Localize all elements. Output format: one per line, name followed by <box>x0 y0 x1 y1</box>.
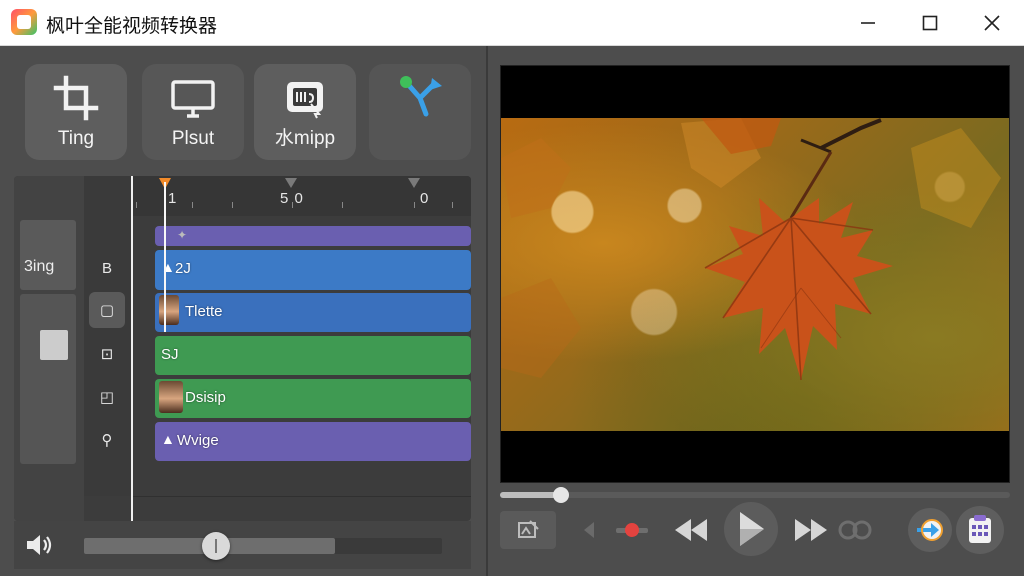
volume-bar <box>14 521 471 569</box>
ruler-tick <box>136 202 137 208</box>
clip-label: 2J <box>175 260 191 277</box>
ruler-label: 5 0 <box>280 190 304 207</box>
ruler-label: 0 <box>420 190 430 207</box>
video-preview[interactable] <box>500 65 1010 483</box>
merge-tool-button[interactable] <box>369 64 471 160</box>
clip-label: Dsisip <box>185 389 226 406</box>
ruler-tick <box>232 202 233 208</box>
ruler-label: 1 <box>168 190 178 207</box>
sparkle-icon: ✦ <box>177 228 188 242</box>
ruler-tick <box>192 202 193 208</box>
record-icon <box>616 523 648 537</box>
seek-slider-knob[interactable] <box>553 487 570 503</box>
watermark-icon <box>287 82 323 119</box>
mountain-icon: ▲ <box>161 431 175 447</box>
edit-frame-button[interactable] <box>500 511 556 549</box>
clipboard-settings-icon <box>969 515 991 543</box>
ruler-marker <box>285 178 297 188</box>
track-tool-layer[interactable]: ◰ <box>89 379 125 415</box>
seek-slider[interactable] <box>500 487 1010 503</box>
maximize-button[interactable] <box>899 0 961 46</box>
title-bar: 枫叶全能视频转换器 <box>0 0 1024 46</box>
track-tool-b[interactable]: B <box>89 250 125 286</box>
app-logo-icon <box>11 9 37 35</box>
clip-label: SJ <box>161 346 179 363</box>
ruler-tick <box>414 202 415 208</box>
watermark-tool-label: 水mipp <box>274 128 336 149</box>
track-tool-crop[interactable]: ⊡ <box>89 336 125 372</box>
ruler-marker <box>408 178 420 188</box>
record-button[interactable] <box>614 518 650 542</box>
fast-forward-icon <box>795 519 827 541</box>
track-tools-column: B ▢ ⊡ ◰ ⚲ <box>84 176 132 496</box>
media-thumbnail-secondary[interactable] <box>20 294 76 464</box>
timeline-start-line <box>131 176 133 521</box>
timeline[interactable]: 3ing B ▢ ⊡ ◰ ⚲ 1 5 0 0 ✦ ▲ 2J Tlette SJ … <box>14 176 471 521</box>
clip-label: Wvige <box>177 432 219 449</box>
display-tool-label: Plsut <box>171 128 215 149</box>
media-thumbnail[interactable]: 3ing <box>20 220 76 290</box>
snapshot-button[interactable] <box>908 508 952 552</box>
merge-icon <box>400 76 442 117</box>
crop-icon <box>53 75 99 121</box>
ruler-tick <box>452 202 453 208</box>
maximize-icon <box>922 15 938 31</box>
track-tool-search[interactable]: ⚲ <box>89 422 125 458</box>
close-icon <box>984 15 1000 31</box>
monitor-icon <box>171 80 215 118</box>
timeline-divider <box>132 496 471 497</box>
enter-icon <box>917 519 943 541</box>
speaker-icon[interactable] <box>24 531 54 559</box>
media-thumbnail-column: 3ing <box>14 176 84 521</box>
image-placeholder-icon <box>40 330 68 360</box>
timeline-clip[interactable]: SJ <box>155 336 471 375</box>
rewind-icon <box>675 519 707 541</box>
person-thumbnail <box>159 381 183 413</box>
person-thumbnail <box>159 295 179 325</box>
export-settings-button[interactable] <box>956 506 1004 554</box>
loop-button[interactable] <box>836 518 876 542</box>
volume-slider-knob[interactable] <box>202 532 231 560</box>
timeline-clip[interactable]: ▲ 2J <box>155 250 471 290</box>
clip-label: Tlette <box>185 303 223 320</box>
timeline-ruler[interactable]: 1 5 0 0 <box>132 176 471 216</box>
triangle-left-icon <box>584 522 594 538</box>
playhead-line[interactable] <box>164 182 166 332</box>
loop-icon <box>838 520 872 540</box>
edit-image-icon <box>518 520 539 538</box>
display-tool-button[interactable]: Plsut <box>142 64 244 160</box>
ruler-tick <box>342 202 343 208</box>
preview-frame-image <box>501 118 1009 431</box>
play-button[interactable] <box>724 502 778 556</box>
rewind-button[interactable] <box>672 516 712 544</box>
close-button[interactable] <box>961 0 1023 46</box>
crop-tool-label: Ting <box>57 128 95 149</box>
watermark-tool-button[interactable]: 水mipp <box>254 64 356 160</box>
volume-slider[interactable] <box>84 532 442 560</box>
minimize-button[interactable] <box>837 0 899 46</box>
preview-panel <box>488 46 1024 576</box>
play-icon <box>740 512 764 546</box>
window-title: 枫叶全能视频转换器 <box>46 15 218 37</box>
timeline-clip[interactable]: Tlette <box>155 293 471 332</box>
minimize-icon <box>861 22 875 24</box>
editor-panel: Ting Plsut 水mipp 3ing B ▢ ⊡ ◰ ⚲ 1 5 0 0 … <box>0 46 486 576</box>
media-thumbnail-label: 3ing <box>24 258 55 275</box>
fast-forward-button[interactable] <box>790 516 830 544</box>
previous-button[interactable] <box>580 520 598 540</box>
maple-leaf-image <box>501 118 1001 381</box>
timeline-clip[interactable]: ✦ <box>155 226 471 246</box>
timeline-clip[interactable]: ▲ Wvige <box>155 422 471 461</box>
crop-tool-button[interactable]: Ting <box>25 64 127 160</box>
seek-slider-fill <box>500 492 562 498</box>
track-tool-frame[interactable]: ▢ <box>89 292 125 328</box>
timeline-clip[interactable]: Dsisip <box>155 379 471 418</box>
player-controls <box>500 486 1010 576</box>
